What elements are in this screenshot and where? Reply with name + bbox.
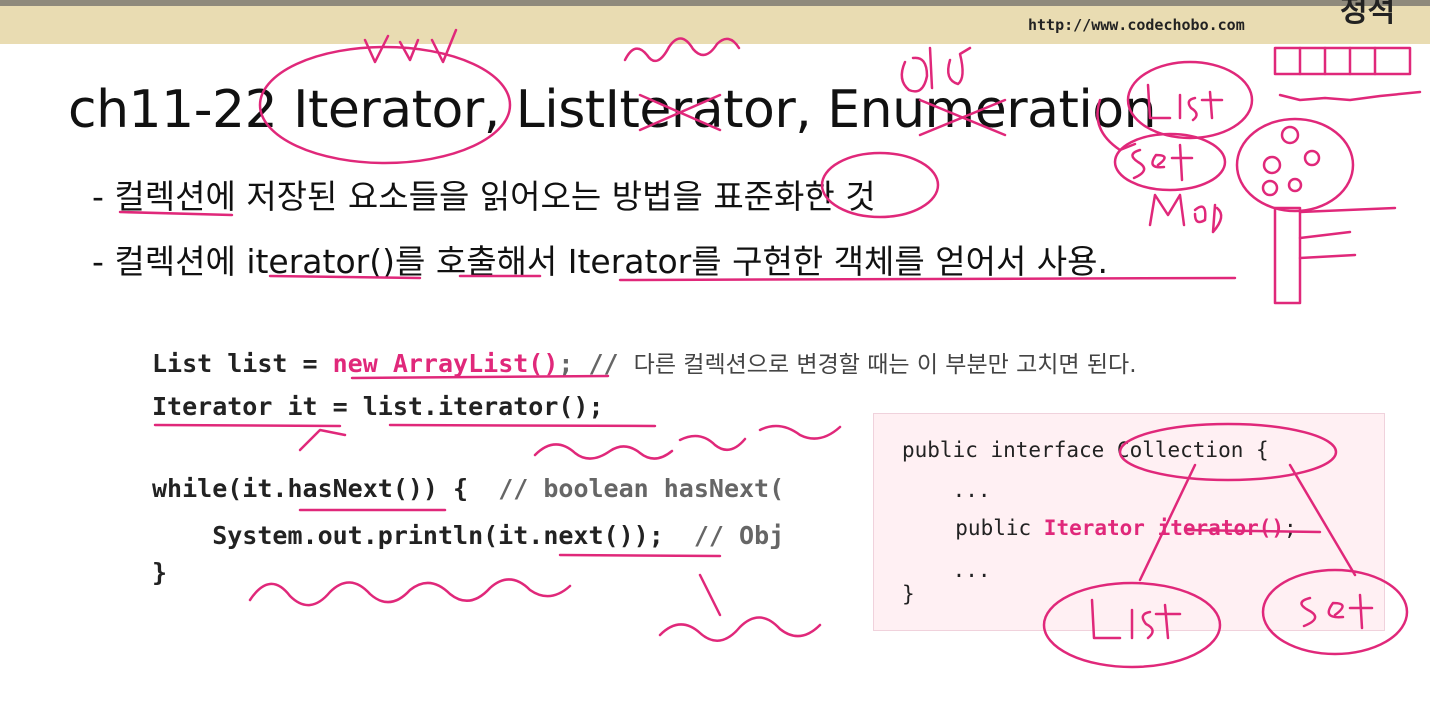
code-line-1-b: ; // [558,349,634,378]
code-line-2: Iterator it = list.iterator(); [152,392,604,421]
ink-ellipse-tree [1235,117,1355,213]
ink-note-check-next [248,578,572,607]
bullet-1: - 컬렉션에 저장된 요소들을 읽어오는 방법을 표준화한 것 [92,170,876,218]
ink-tree-node [1261,179,1279,197]
ink-tree-node [1262,155,1282,175]
bullet-2: - 컬렉션에 iterator()를 호출해서 Iterator를 구현한 객체… [92,235,1108,283]
box-line-4: ... [902,558,991,582]
ink-array-box [1273,46,1412,76]
box-line-2: ... [902,478,991,502]
code-line-3-comment: // boolean hasNext( [498,474,785,503]
ink-word-map [1148,193,1223,234]
box-line-3-b [1145,516,1158,540]
ink-underline-iterator-line [153,423,657,428]
box-line-5: } [902,582,915,606]
code-line-5: } [152,558,168,587]
ink-arrow-iterator [298,428,347,452]
ink-tree-node [1280,125,1300,145]
bullet-2-prefix: - 컬렉션에 [92,242,247,281]
ink-underline-next [558,553,722,558]
ink-note-returns-iterator [533,424,842,460]
box-line-1: public interface Collection { [902,438,1269,462]
bullet-1-text: - 컬렉션에 저장된 요소들을 읽어오는 방법을 표준화한 것 [92,177,876,216]
ink-word-list [1146,83,1224,122]
code-line-4-comment: // Obj [693,521,785,550]
code-line-3-a: while(it.hasNext()) { [152,474,499,503]
ink-note-read-element [658,573,822,642]
ink-linked-list [1278,90,1422,102]
box-line-3-a: public [930,516,1044,540]
code-line-1: List list = new ArrayList(); // 다른 컬렉션으로… [152,345,1137,379]
bullet-2-suffix: 를 호출해서 [394,242,568,281]
code-line-1-a: List list = [152,349,333,378]
ink-hash-chains [1298,206,1397,260]
header-corner-text: 정석 [1340,0,1396,29]
ink-word-set [1131,143,1194,182]
ink-ellipse-set [1113,132,1227,192]
box-line-3: public Iterator iterator(); [930,516,1297,540]
ink-tree-node [1287,177,1303,193]
code-line-1-keyword: new ArrayList() [332,349,559,378]
code-line-3: while(it.hasNext()) { // boolean hasNext… [152,474,784,503]
code-line-4: System.out.println(it.next()); // Obj [152,521,784,550]
bullet-2-iterator: Iterator [567,242,692,281]
ink-hash-table [1273,206,1302,305]
ink-tree-node [1303,149,1321,167]
slide-title: ch11-22 Iterator, ListIterator, Enumerat… [68,80,1157,140]
code-line-1-comment: 다른 컬렉션으로 변경할 때는 이 부분만 고치면 된다. [633,352,1137,378]
header-url: http://www.codechobo.com [1028,16,1245,34]
box-line-3-method: iterator() [1157,516,1285,540]
bullet-2-method: iterator() [246,242,395,281]
box-line-3-c: ; [1284,516,1297,540]
ink-array-cells [1298,46,1377,76]
code-line-4-a: System.out.println(it.next()); [152,521,694,550]
bullet-2-end: 를 구현한 객체를 얻어서 사용. [691,242,1109,281]
box-line-3-type: Iterator [1043,516,1145,540]
